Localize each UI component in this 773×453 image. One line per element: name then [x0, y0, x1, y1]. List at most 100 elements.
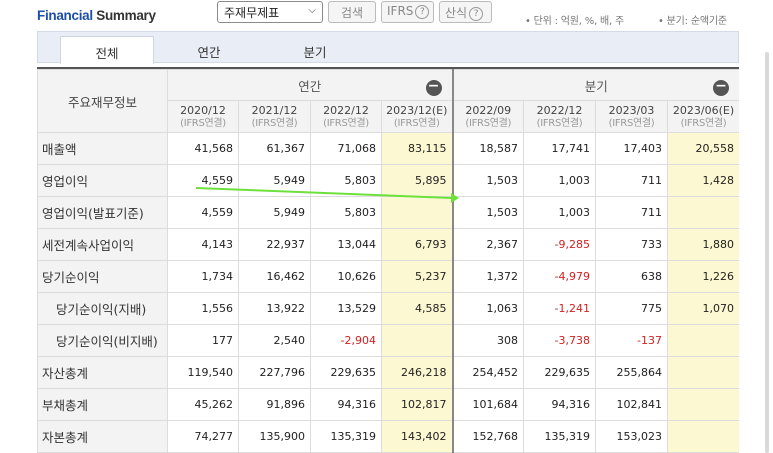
collapse-annual-icon[interactable]: − [425, 79, 442, 96]
table-cell: 4,559 [167, 196, 239, 229]
column-header: 2022/09 (IFRS연결) [451, 100, 525, 133]
column-header: 2023/03 (IFRS연결) [595, 100, 669, 133]
table-cell: 711 [595, 164, 669, 197]
table-cell [667, 324, 739, 357]
page-title: Financial Summary [37, 8, 156, 23]
table-cell [667, 196, 739, 229]
table-cell: 135,900 [238, 420, 311, 453]
row-label: 세전계속사업이익 [37, 228, 168, 261]
table-cell: 1,226 [667, 260, 739, 293]
table-row: 자본총계 74,277 135,900 135,319 143,402 152,768 13… [37, 420, 739, 453]
table-cell: 83,115 [380, 132, 454, 165]
table-cell: 177 [167, 324, 239, 357]
table-cell: 17,741 [523, 132, 597, 165]
column-period: 2022/12 [323, 104, 369, 117]
table-cell: 94,316 [523, 388, 597, 421]
table-cell [380, 324, 454, 357]
row-label: 자본총계 [37, 420, 168, 453]
table-cell: 2,540 [238, 324, 311, 357]
table-cell: 1,428 [667, 164, 739, 197]
table-row: 영업이익(발표기준) 4,559 5,949 5,803 1,503 1,003 711 [37, 196, 739, 229]
column-period: 2023/06(E) [672, 104, 735, 117]
table-cell: 101,684 [451, 388, 525, 421]
table-cell [667, 388, 739, 421]
table-row: 당기순이익 1,734 16,462 10,626 5,237 1,372 -4,979 63… [37, 260, 739, 293]
table-cell: 71,068 [310, 132, 382, 165]
table-cell: 4,559 [167, 164, 239, 197]
table-cell: -9,285 [523, 228, 597, 261]
table-cell: 1,063 [451, 292, 525, 325]
table-cell: 6,793 [380, 228, 454, 261]
table-cell: 711 [595, 196, 669, 229]
column-header: 2021/12 (IFRS연결) [238, 100, 311, 133]
table-row: 매출액 41,568 61,367 71,068 83,115 18,587 17,741 1… [37, 132, 739, 165]
unit-note: • 단위 : 억원, %, 배, 주 [525, 16, 624, 27]
column-period: 2021/12 [251, 104, 298, 117]
help-icon: ? [415, 5, 430, 19]
table-cell: 255,864 [595, 356, 669, 389]
table-cell: 16,462 [238, 260, 311, 293]
row-label: 자산총계 [37, 356, 168, 389]
column-header: 2023/06(E) (IFRS연결) [667, 100, 739, 133]
row-label: 당기순이익(지배) [37, 292, 168, 325]
table-cell: 1,003 [523, 164, 597, 197]
quarter-group-header: 분기 − [451, 69, 739, 101]
statement-select-value: 주재무제표 [224, 6, 280, 20]
scrollbar[interactable] [757, 0, 773, 453]
table-cell: 1,070 [667, 292, 739, 325]
column-basis: (IFRS연결) [180, 118, 226, 129]
table-cell: -3,738 [523, 324, 597, 357]
table-cell: 143,402 [380, 420, 454, 453]
table-cell: 733 [595, 228, 669, 261]
table-cell: 254,452 [451, 356, 525, 389]
table-cell: 119,540 [167, 356, 239, 389]
period-tabs: 전체 연간 분기 [37, 31, 739, 64]
table-cell: 13,922 [238, 292, 311, 325]
ifrs-label: IFRS [387, 4, 414, 18]
table-cell: 308 [451, 324, 525, 357]
table-cell: 5,803 [310, 164, 382, 197]
table-cell: 1,734 [167, 260, 239, 293]
table-cell: 20,558 [667, 132, 739, 165]
quarter-label: 분기 [584, 78, 608, 94]
row-label: 매출액 [37, 132, 168, 165]
quarter-basis-note: • 분기: 순액기준 [658, 16, 727, 27]
table-cell: 229,635 [310, 356, 382, 389]
formula-button[interactable]: 산식? [439, 1, 492, 23]
table-cell: 227,796 [238, 356, 311, 389]
table-cell: 17,403 [595, 132, 669, 165]
tab-quarter[interactable]: 분기 [268, 36, 362, 64]
table-cell [380, 196, 454, 229]
column-basis: (IFRS연결) [323, 118, 369, 129]
table-cell: 41,568 [167, 132, 239, 165]
statement-select[interactable]: 주재무제표 ⌵ [217, 1, 323, 23]
table-cell: 1,503 [451, 164, 525, 197]
table-cell: 91,896 [238, 388, 311, 421]
table-cell: 13,529 [310, 292, 382, 325]
help-icon: ? [469, 7, 484, 21]
table-cell: 1,503 [451, 196, 525, 229]
column-header: 2022/12 (IFRS연결) [310, 100, 382, 133]
ifrs-button[interactable]: IFRS? [381, 1, 434, 23]
column-basis: (IFRS연결) [393, 118, 440, 129]
search-button[interactable]: 검색 [328, 1, 376, 23]
column-period: 2022/09 [465, 104, 512, 117]
collapse-quarter-icon[interactable]: − [713, 79, 730, 96]
scrollbar-track[interactable] [765, 52, 769, 453]
annual-label: 연간 [298, 78, 322, 94]
table-cell: -137 [595, 324, 669, 357]
table-cell: 45,262 [167, 388, 239, 421]
summary-header: Financial Summary 주재무제표 ⌵ 검색 IFRS? 산식? •… [0, 0, 773, 30]
table-cell: 22,937 [238, 228, 311, 261]
table-cell: 61,367 [238, 132, 311, 165]
financial-table: 주요재무정보 연간 − 분기 − 2020/12 (IFRS연결) 2021/12(… [37, 67, 739, 453]
row-label: 당기순이익 [37, 260, 168, 293]
chevron-down-icon: ⌵ [308, 5, 316, 16]
table-cell: 13,044 [310, 228, 382, 261]
tab-annual[interactable]: 연간 [162, 36, 256, 64]
table-cell: 5,803 [310, 196, 382, 229]
table-cell: 18,587 [451, 132, 525, 165]
tab-all[interactable]: 전체 [60, 36, 154, 64]
table-cell: 152,768 [451, 420, 525, 453]
table-cell: 5,949 [238, 196, 311, 229]
